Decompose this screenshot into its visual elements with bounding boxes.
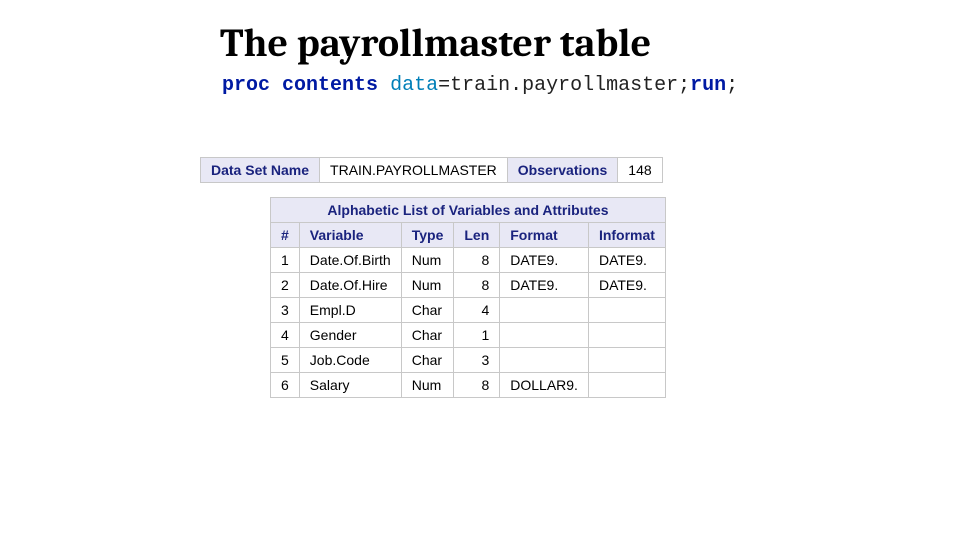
- slide-title: The payrollmaster table: [220, 20, 960, 66]
- cell-type: Char: [401, 323, 454, 348]
- cell-type: Char: [401, 298, 454, 323]
- cell-var: Date.Of.Birth: [299, 248, 401, 273]
- cell-len: 1: [454, 323, 500, 348]
- table-row: 2 Date.Of.Hire Num 8 DATE9. DATE9.: [271, 273, 666, 298]
- table-row: 5 Job.Code Char 3: [271, 348, 666, 373]
- col-type: Type: [401, 223, 454, 248]
- kw-run: run: [690, 74, 726, 97]
- col-inf: Informat: [588, 223, 665, 248]
- cell-n: 5: [271, 348, 300, 373]
- table-row: Data Set Name TRAIN.PAYROLLMASTER Observ…: [201, 158, 663, 183]
- cell-fmt: DATE9.: [500, 248, 589, 273]
- cell-inf: [588, 323, 665, 348]
- cell-len: 4: [454, 298, 500, 323]
- table-row: 6 Salary Num 8 DOLLAR9.: [271, 373, 666, 398]
- cell-inf: [588, 298, 665, 323]
- table-header-row: # Variable Type Len Format Informat: [271, 223, 666, 248]
- table-row: 4 Gender Char 1: [271, 323, 666, 348]
- cell-len: 8: [454, 273, 500, 298]
- cell-type: Num: [401, 273, 454, 298]
- meta-value-obs: 148: [618, 158, 662, 183]
- code-value: =train.payrollmaster;: [438, 74, 690, 97]
- cell-len: 8: [454, 373, 500, 398]
- kw-proc: proc: [222, 74, 270, 97]
- meta-value-dsn: TRAIN.PAYROLLMASTER: [320, 158, 508, 183]
- col-n: #: [271, 223, 300, 248]
- col-len: Len: [454, 223, 500, 248]
- cell-n: 3: [271, 298, 300, 323]
- kw-contents: contents: [282, 74, 378, 97]
- meta-label-dsn: Data Set Name: [201, 158, 320, 183]
- cell-fmt: [500, 348, 589, 373]
- cell-inf: DATE9.: [588, 273, 665, 298]
- cell-fmt: DOLLAR9.: [500, 373, 589, 398]
- cell-var: Gender: [299, 323, 401, 348]
- cell-fmt: [500, 323, 589, 348]
- cell-fmt: DATE9.: [500, 273, 589, 298]
- cell-inf: [588, 348, 665, 373]
- cell-n: 4: [271, 323, 300, 348]
- cell-n: 1: [271, 248, 300, 273]
- cell-type: Num: [401, 373, 454, 398]
- cell-var: Date.Of.Hire: [299, 273, 401, 298]
- cell-var: Salary: [299, 373, 401, 398]
- cell-len: 3: [454, 348, 500, 373]
- code-tail: ;: [726, 74, 738, 97]
- cell-var: Job.Code: [299, 348, 401, 373]
- meta-table: Data Set Name TRAIN.PAYROLLMASTER Observ…: [200, 157, 663, 183]
- cell-n: 6: [271, 373, 300, 398]
- col-fmt: Format: [500, 223, 589, 248]
- opt-data: data: [390, 74, 438, 97]
- cell-type: Num: [401, 248, 454, 273]
- cell-var: Empl.D: [299, 298, 401, 323]
- table-caption-row: Alphabetic List of Variables and Attribu…: [271, 198, 666, 223]
- cell-inf: [588, 373, 665, 398]
- table-row: 3 Empl.D Char 4: [271, 298, 666, 323]
- cell-len: 8: [454, 248, 500, 273]
- cell-n: 2: [271, 273, 300, 298]
- cell-type: Char: [401, 348, 454, 373]
- table-row: 1 Date.Of.Birth Num 8 DATE9. DATE9.: [271, 248, 666, 273]
- col-var: Variable: [299, 223, 401, 248]
- meta-label-obs: Observations: [507, 158, 617, 183]
- cell-inf: DATE9.: [588, 248, 665, 273]
- cell-fmt: [500, 298, 589, 323]
- vars-caption: Alphabetic List of Variables and Attribu…: [271, 198, 666, 223]
- sas-code: proc contents data=train.payrollmaster;r…: [222, 74, 960, 97]
- variables-table: Alphabetic List of Variables and Attribu…: [270, 197, 666, 398]
